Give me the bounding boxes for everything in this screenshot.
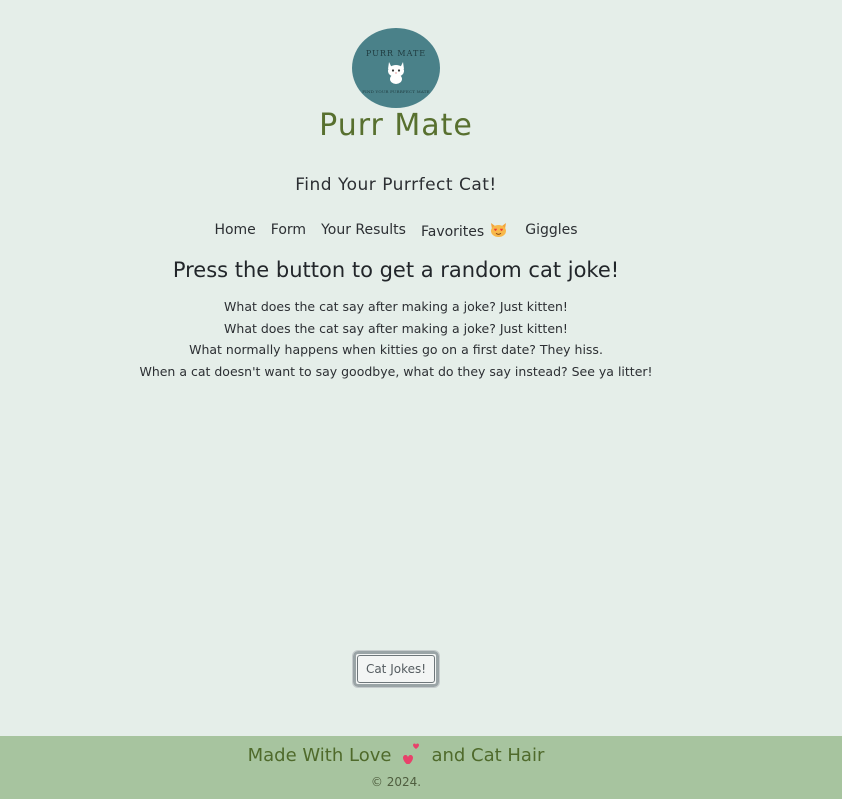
jokes-heading: Press the button to get a random cat jok…	[172, 258, 620, 282]
two-hearts-icon	[399, 742, 423, 769]
footer-made-after: and Cat Hair	[431, 745, 545, 766]
nav-home[interactable]: Home	[214, 222, 255, 241]
site-title: Purr Mate	[319, 108, 473, 143]
site-tagline: Find Your Purrfect Cat!	[295, 175, 497, 195]
joke-item: What does the cat say after making a jok…	[224, 299, 568, 314]
cat-icon	[383, 58, 409, 88]
heart-eyes-cat-icon	[490, 222, 507, 241]
footer-copyright: © 2024.	[370, 775, 422, 789]
footer-made-with-love: Made With Love and Cat Hair	[0, 742, 792, 769]
joke-item: What normally happens when kitties go on…	[189, 342, 603, 358]
joke-item: When a cat doesn't want to say goodbye, …	[139, 364, 653, 380]
main-nav: Home Form Your Results Favorites Giggles	[0, 222, 792, 241]
nav-your-results[interactable]: Your Results	[321, 222, 406, 241]
jokes-list: What does the cat say after making a jok…	[0, 296, 792, 383]
footer: Made With Love and Cat Hair © 2024.	[0, 736, 842, 799]
joke-item: What does the cat say after making a jok…	[224, 320, 568, 336]
nav-giggles[interactable]: Giggles	[525, 222, 577, 241]
cat-jokes-button-label: Cat Jokes!	[365, 662, 427, 676]
logo-arc-text: PURR MATE	[365, 48, 427, 58]
nav-favorites-label: Favorites	[420, 223, 485, 240]
logo[interactable]: PURR MATE FIND YOUR PURRFECT MATE	[352, 28, 440, 108]
cat-jokes-button[interactable]: Cat Jokes!	[352, 650, 440, 688]
footer-made-before: Made With Love	[247, 745, 392, 766]
nav-form[interactable]: Form	[271, 222, 306, 241]
nav-favorites[interactable]: Favorites	[421, 222, 507, 241]
logo-tagline: FIND YOUR PURRFECT MATE	[362, 88, 430, 94]
